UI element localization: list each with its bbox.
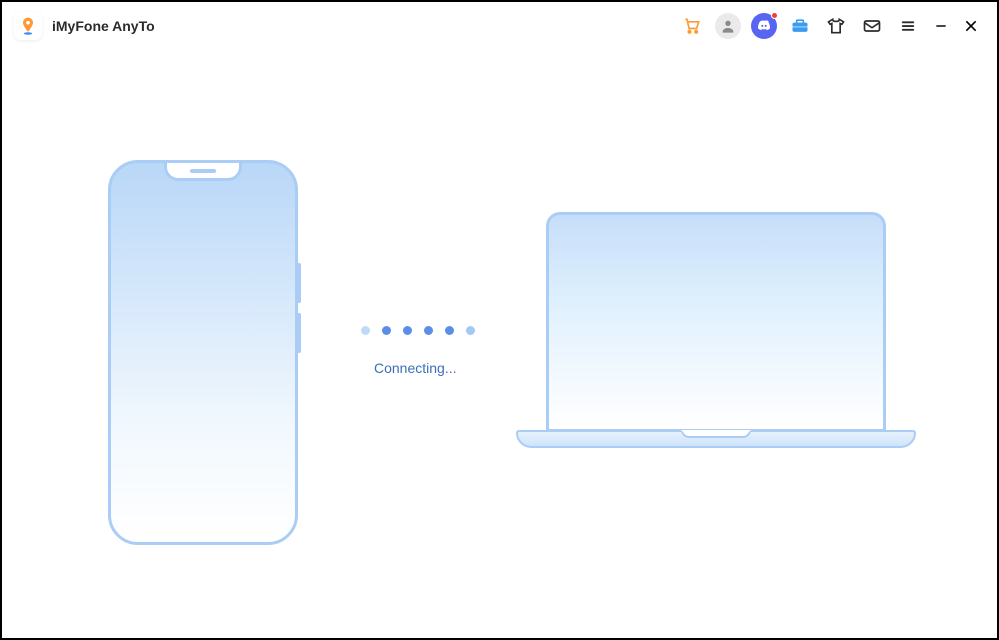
user-icon[interactable] (715, 13, 741, 39)
phone-illustration (108, 160, 298, 545)
titlebar: iMyFone AnyTo (2, 2, 997, 50)
app-window: iMyFone AnyTo (0, 0, 999, 640)
progress-dot (361, 326, 370, 335)
progress-dot (424, 326, 433, 335)
menu-icon[interactable] (895, 13, 921, 39)
mail-icon[interactable] (859, 13, 885, 39)
app-logo (14, 12, 42, 40)
titlebar-right (679, 13, 981, 39)
titlebar-left: iMyFone AnyTo (14, 12, 155, 40)
phone-speaker (190, 169, 216, 173)
discord-icon[interactable] (751, 13, 777, 39)
progress-dot (445, 326, 454, 335)
progress-dot (466, 326, 475, 335)
laptop-illustration (531, 212, 901, 482)
tshirt-icon[interactable] (823, 13, 849, 39)
progress-dot (382, 326, 391, 335)
laptop-base (516, 430, 916, 448)
notification-dot (771, 12, 778, 19)
main-content: Connecting... (2, 50, 997, 638)
phone-notch (164, 163, 242, 181)
phone-side-button (297, 313, 301, 353)
cart-icon[interactable] (679, 13, 705, 39)
app-title: iMyFone AnyTo (52, 18, 155, 34)
progress-dot (403, 326, 412, 335)
location-pin-icon (18, 16, 38, 36)
minimize-button[interactable] (931, 16, 951, 36)
connecting-dots (361, 326, 475, 335)
close-button[interactable] (961, 16, 981, 36)
phone-side-button (297, 263, 301, 303)
status-text: Connecting... (374, 360, 457, 376)
toolbox-icon[interactable] (787, 13, 813, 39)
laptop-screen (546, 212, 886, 432)
laptop-trackpad-notch (681, 430, 751, 438)
